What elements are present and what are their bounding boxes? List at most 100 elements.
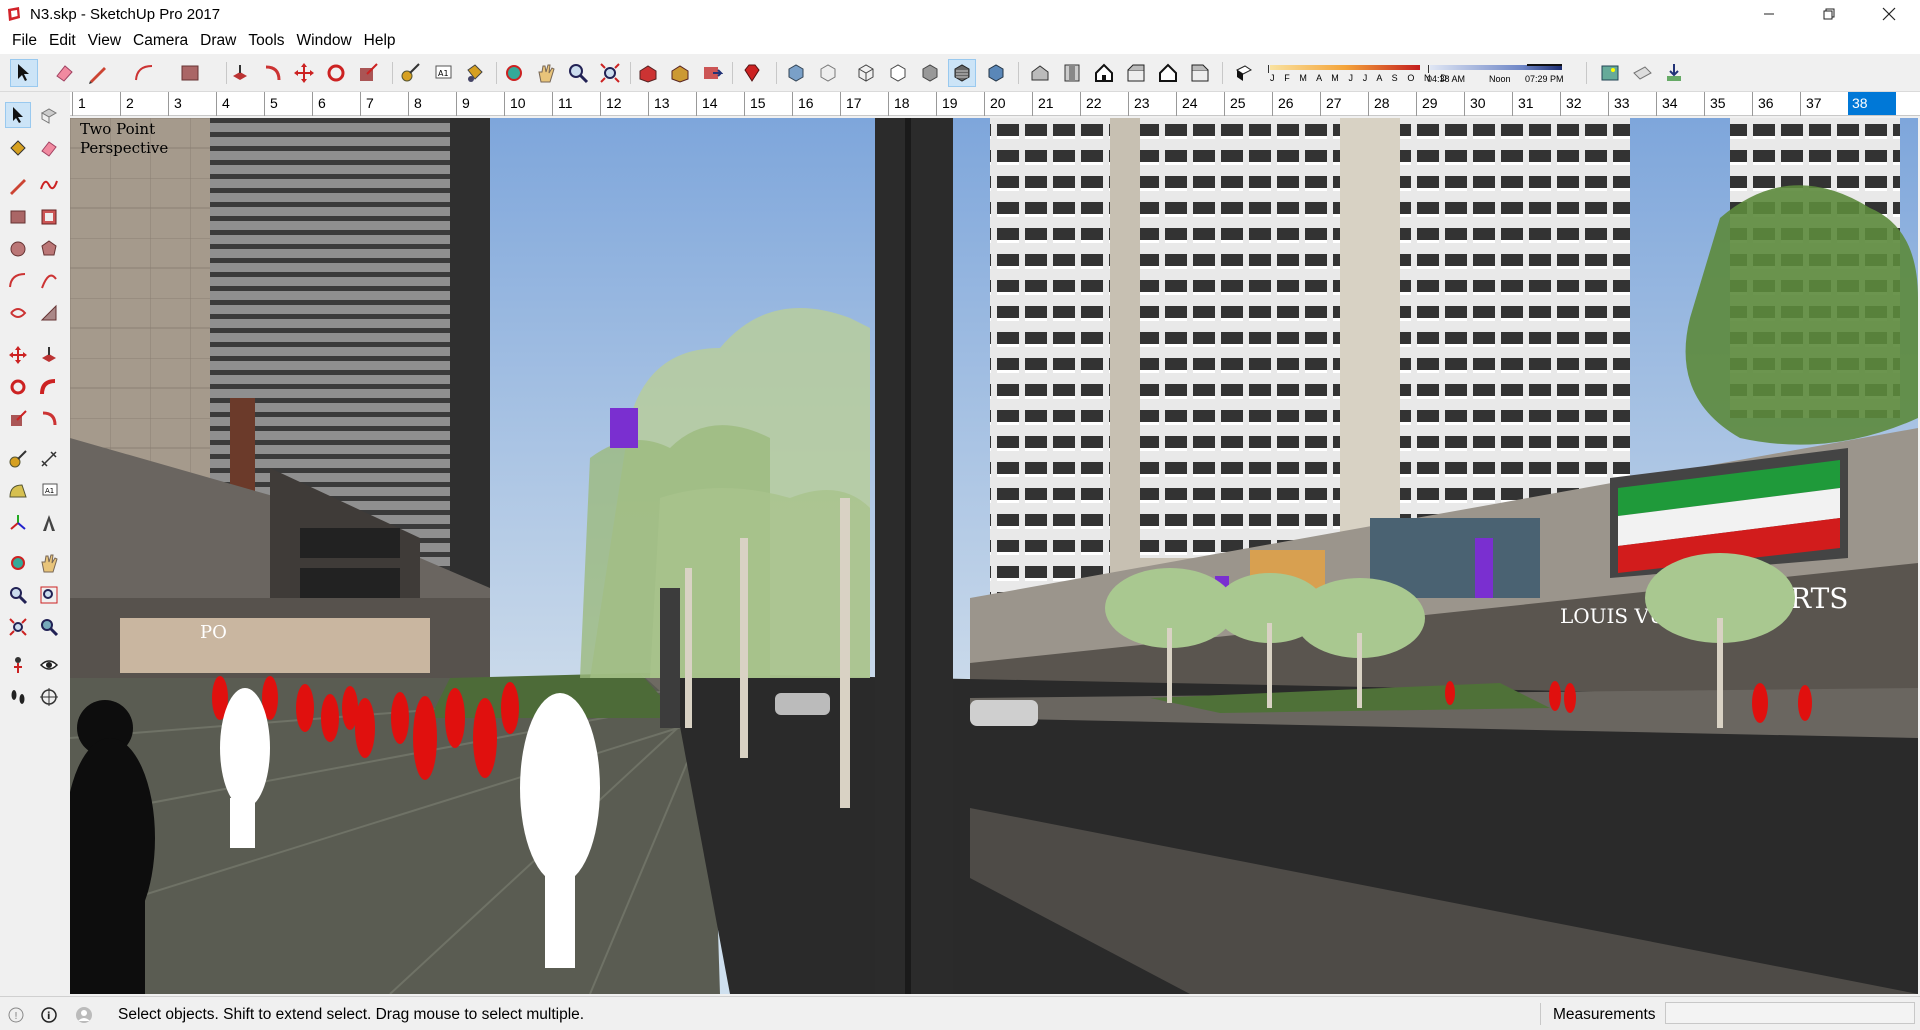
iso-view-button[interactable] — [1026, 59, 1054, 87]
palette-dimension-button[interactable] — [36, 446, 62, 472]
menu-tools[interactable]: Tools — [242, 32, 290, 50]
palette-freehand-button[interactable] — [36, 172, 62, 198]
push-pull-icon — [42, 347, 56, 362]
ruler-active-number: 38 — [1848, 92, 1896, 115]
rotate-icon — [10, 379, 26, 395]
tape-measure-button[interactable] — [396, 59, 424, 87]
palette-text-button[interactable]: A1 — [36, 478, 62, 504]
hidden-line-button[interactable] — [884, 59, 912, 87]
ruler-number: 25 — [1230, 95, 1246, 111]
palette-circle-button[interactable] — [5, 236, 31, 262]
add-location-button[interactable] — [1660, 59, 1688, 87]
ruler-tick — [1512, 92, 1513, 116]
palette-line-button[interactable] — [5, 172, 31, 198]
shadows-toggle-button[interactable] — [1230, 59, 1258, 87]
zoom-tool-button[interactable] — [564, 59, 592, 87]
palette-rotated-rectangle-button[interactable] — [36, 204, 62, 230]
palette-eraser-button[interactable] — [36, 135, 62, 161]
paint-bucket-button[interactable] — [460, 59, 488, 87]
xray-style-button[interactable] — [782, 59, 810, 87]
measurements-input[interactable] — [1665, 1002, 1915, 1024]
menu-camera[interactable]: Camera — [127, 32, 194, 50]
orbit-tool-button[interactable] — [500, 59, 528, 87]
palette-paint-button[interactable] — [5, 135, 31, 161]
palette-protractor-button[interactable] — [5, 478, 31, 504]
palette-previous-view-button[interactable] — [36, 614, 62, 640]
freehand-icon — [40, 180, 58, 190]
palette-offset-button[interactable] — [36, 406, 62, 432]
palette-tape-button[interactable] — [5, 446, 31, 472]
palette-zoom-extents-button[interactable] — [5, 614, 31, 640]
wireframe-button[interactable] — [852, 59, 880, 87]
close-button[interactable] — [1860, 0, 1918, 28]
ruler-number: 3 — [174, 95, 182, 111]
palette-section-button[interactable] — [36, 684, 62, 710]
palette-rotate-button[interactable] — [5, 374, 31, 400]
monochrome-button[interactable] — [982, 59, 1010, 87]
menu-window[interactable]: Window — [291, 32, 358, 50]
palette-move-button[interactable] — [5, 342, 31, 368]
menu-edit[interactable]: Edit — [43, 32, 82, 50]
user-account-icon[interactable] — [75, 1006, 93, 1024]
restore-button[interactable] — [1800, 0, 1858, 28]
offset-tool-button[interactable] — [258, 59, 286, 87]
palette-position-camera-button[interactable] — [5, 652, 31, 678]
palette-pushpull-button[interactable] — [36, 342, 62, 368]
rotate-tool-button[interactable] — [322, 59, 350, 87]
select-tool-button[interactable] — [10, 59, 38, 87]
line-tool-button[interactable] — [84, 59, 112, 87]
eraser-tool-button[interactable] — [50, 59, 78, 87]
push-pull-button[interactable] — [226, 59, 254, 87]
scale-tool-button[interactable] — [354, 59, 382, 87]
palette-scale-button[interactable] — [5, 406, 31, 432]
palette-lookaround-button[interactable] — [36, 652, 62, 678]
arc-tool-button[interactable] — [130, 59, 158, 87]
palette-2point-arc-button[interactable] — [36, 268, 62, 294]
palette-pie-button[interactable] — [36, 300, 62, 326]
palette-walk-button[interactable] — [5, 684, 31, 710]
info-icon[interactable]: i — [40, 1006, 58, 1024]
magnifier-icon — [10, 587, 28, 605]
palette-component-button[interactable] — [36, 102, 62, 128]
palette-zoom-button[interactable] — [5, 582, 31, 608]
palette-arc-button[interactable] — [5, 268, 31, 294]
shaded-textures-button[interactable] — [948, 59, 976, 87]
model-viewport[interactable]: LOUIS VUIT RTS PO Two Point Perspective — [70, 118, 1918, 994]
menu-draw[interactable]: Draw — [194, 32, 242, 50]
palette-rectangle-button[interactable] — [5, 204, 31, 230]
front-view-button[interactable] — [1090, 59, 1118, 87]
left-view-button[interactable] — [1186, 59, 1214, 87]
palette-followme-button[interactable] — [36, 374, 62, 400]
palette-polygon-button[interactable] — [36, 236, 62, 262]
move-tool-button[interactable] — [290, 59, 318, 87]
share-model-button[interactable] — [698, 59, 726, 87]
shaded-icon — [922, 64, 938, 82]
right-view-button[interactable] — [1122, 59, 1150, 87]
3d-warehouse-button[interactable] — [634, 59, 662, 87]
paint-bucket-icon — [467, 64, 483, 82]
back-view-button[interactable] — [1154, 59, 1182, 87]
palette-select-button[interactable] — [5, 102, 31, 128]
shape-tool-button[interactable] — [176, 59, 204, 87]
menu-help[interactable]: Help — [358, 32, 402, 50]
shaded-button[interactable] — [916, 59, 944, 87]
geo-status-icon[interactable]: ! — [7, 1006, 25, 1024]
geo-location-button[interactable] — [1628, 59, 1656, 87]
match-photo-button[interactable] — [1596, 59, 1624, 87]
top-view-button[interactable] — [1058, 59, 1086, 87]
zoom-extents-button[interactable] — [596, 59, 624, 87]
palette-axes-button[interactable] — [5, 510, 31, 536]
palette-3point-arc-button[interactable] — [5, 300, 31, 326]
text-tool-button[interactable]: A1 — [428, 59, 456, 87]
pan-tool-button[interactable] — [532, 59, 560, 87]
palette-zoom-window-button[interactable] — [36, 582, 62, 608]
menu-file[interactable]: File — [6, 32, 43, 50]
menu-view[interactable]: View — [82, 32, 127, 50]
minimize-button[interactable] — [1740, 0, 1798, 28]
back-edges-button[interactable] — [814, 59, 842, 87]
palette-3dtext-button[interactable] — [36, 510, 62, 536]
palette-orbit-button[interactable] — [5, 550, 31, 576]
extension-warehouse-button[interactable] — [738, 59, 766, 87]
share-component-button[interactable] — [666, 59, 694, 87]
palette-pan-button[interactable] — [36, 550, 62, 576]
